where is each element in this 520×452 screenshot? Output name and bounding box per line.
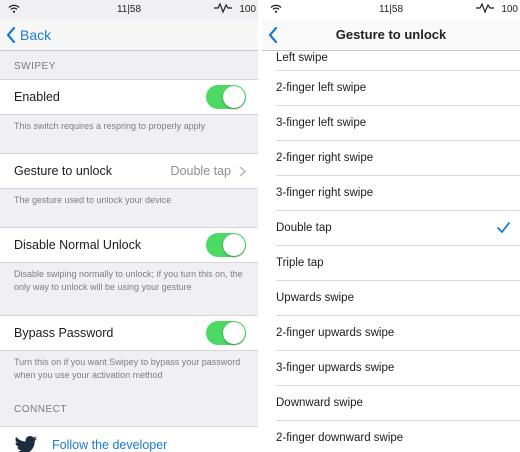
- gesture-value: Double tap: [170, 164, 231, 178]
- gesture-options-list: Left swipe 2-finger left swipe 3-finger …: [262, 51, 520, 452]
- activity-icon: [476, 2, 494, 17]
- status-bar: 11|58 100: [0, 0, 258, 20]
- follow-developer-cell[interactable]: Follow the developer: [0, 426, 258, 452]
- chevron-left-icon: [6, 27, 16, 43]
- gesture-option[interactable]: Left swipe: [276, 51, 520, 71]
- bypass-note: Turn this on if you want Swipey to bypas…: [14, 357, 241, 380]
- navigation-bar: Gesture to unlock: [262, 20, 520, 51]
- toggle-knob: [223, 322, 245, 344]
- gesture-to-unlock-cell[interactable]: Gesture to unlock Double tap: [0, 153, 258, 189]
- gesture-note: The gesture used to unlock your device: [14, 195, 172, 205]
- back-button[interactable]: Back: [6, 20, 51, 50]
- gesture-option-label: Double tap: [276, 222, 332, 234]
- battery-level: 100: [239, 4, 256, 15]
- settings-screen: 11|58 100 Back SWIPEY Enabled This switc…: [0, 0, 258, 452]
- navigation-bar: Back: [0, 20, 258, 51]
- battery-level: 100: [501, 4, 518, 15]
- activity-icon: [214, 2, 232, 17]
- bypass-password-cell: Bypass Password: [0, 315, 258, 351]
- back-label: Back: [20, 27, 52, 43]
- gesture-option[interactable]: Downward swipe: [276, 386, 520, 421]
- gesture-option[interactable]: 2-finger left swipe: [276, 71, 520, 106]
- gesture-option[interactable]: Triple tap: [276, 246, 520, 281]
- checkmark-icon: [497, 222, 510, 233]
- disable-unlock-note: Disable swiping normally to unlock; if y…: [14, 269, 243, 292]
- section-header-connect: CONNECT: [14, 404, 67, 415]
- gesture-option[interactable]: 3-finger left swipe: [276, 106, 520, 141]
- gesture-option-selected[interactable]: Double tap: [276, 211, 520, 246]
- enabled-toggle[interactable]: [206, 85, 246, 109]
- disable-normal-unlock-cell: Disable Normal Unlock: [0, 227, 258, 263]
- enabled-note: This switch requires a respring to prope…: [14, 121, 206, 131]
- bypass-toggle[interactable]: [206, 321, 246, 345]
- gesture-option[interactable]: 2-finger downward swipe: [276, 421, 520, 452]
- status-bar: 11|58 100: [262, 0, 520, 20]
- chevron-right-icon: [239, 165, 246, 177]
- enabled-cell: Enabled: [0, 79, 258, 115]
- page-title: Gesture to unlock: [335, 27, 447, 42]
- gesture-option[interactable]: 3-finger right swipe: [276, 176, 520, 211]
- toggle-knob: [223, 86, 245, 108]
- gesture-option[interactable]: 2-finger right swipe: [276, 141, 520, 176]
- disable-unlock-toggle[interactable]: [206, 233, 246, 257]
- gesture-option[interactable]: 2-finger upwards swipe: [276, 316, 520, 351]
- gesture-option[interactable]: 3-finger upwards swipe: [276, 351, 520, 386]
- gesture-option[interactable]: Upwards swipe: [276, 281, 520, 316]
- toggle-knob: [223, 234, 245, 256]
- follow-developer-link[interactable]: Follow the developer: [38, 438, 167, 452]
- section-header-swipey: SWIPEY: [14, 61, 56, 72]
- gesture-label: Gesture to unlock: [14, 164, 112, 178]
- gesture-picker-screen: 11|58 100 Gesture to unlock Left swipe 2…: [262, 0, 520, 452]
- twitter-bird-icon: [14, 435, 38, 452]
